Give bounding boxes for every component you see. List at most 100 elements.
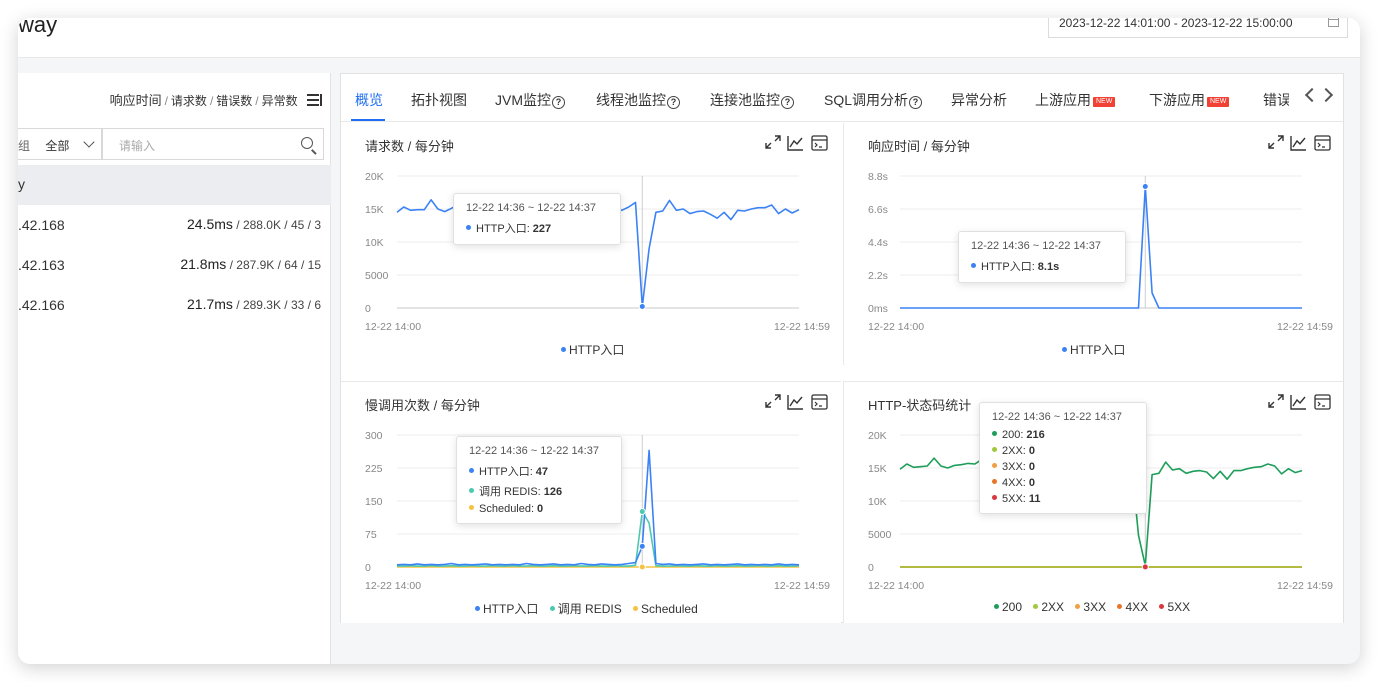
- tooltip-row: HTTP入口: 227: [466, 220, 608, 236]
- group-select[interactable]: 组 全部: [18, 128, 102, 160]
- expand-icon-path: [1268, 135, 1284, 149]
- line-chart-icon[interactable]: [787, 395, 803, 410]
- legend-item[interactable]: HTTP入口: [561, 343, 624, 357]
- instance-filter: 组 全部 请输入: [18, 128, 324, 160]
- sort-menu-icon[interactable]: [307, 94, 322, 106]
- line-chart-icon[interactable]: [1290, 395, 1306, 410]
- chart-tooltip: 12-22 14:36 ~ 12-22 14:37 200: 216 2XX: 0 …: [979, 402, 1147, 514]
- calendar-icon[interactable]: [1328, 18, 1339, 27]
- metric-errors-label: 错误数: [216, 94, 253, 108]
- tooltip-row: 3XX: 0: [992, 461, 1134, 473]
- tab-jvm[interactable]: JVM监控?: [495, 90, 565, 110]
- tab-threadpool[interactable]: 线程池监控?: [596, 90, 680, 110]
- line-chart-icon-path: [1290, 395, 1306, 410]
- tooltip-time: 12-22 14:36 ~ 12-22 14:37: [466, 202, 596, 214]
- search-input[interactable]: 请输入: [102, 128, 324, 160]
- new-badge: NEW: [1093, 97, 1116, 107]
- y-tick-label: 6.6s: [868, 204, 888, 216]
- instance-metrics: 21.7ms / 289.3K / 33 / 6: [187, 296, 321, 312]
- legend-item[interactable]: Scheduled: [633, 602, 698, 616]
- metric-latency-label: 响应时间: [109, 93, 162, 108]
- tab-sql[interactable]: SQL调用分析?: [824, 90, 923, 110]
- chart-legend: HTTP入口: [1058, 341, 1129, 358]
- legend-item[interactable]: 调用 REDIS: [549, 602, 622, 616]
- overview-panel: 概览 拓扑视图 JVM监控? 线程池监控? 连接池监控? SQL调用分析? 异常…: [340, 73, 1344, 623]
- tab-errors[interactable]: 错误: [1263, 90, 1289, 110]
- status-code-chart-card: HTTP-状态码统计 20K 15K 10K 5000 0 12-22 14:00 12-2…: [843, 381, 1343, 623]
- console-icon[interactable]: [1314, 135, 1331, 151]
- y-tick-label: 0: [365, 303, 371, 315]
- tab-overview[interactable]: 概览: [355, 90, 383, 110]
- date-range-picker[interactable]: 2023-12-22 14:01:00 - 2023-12-22 15:00:0…: [1048, 18, 1348, 38]
- expand-icon[interactable]: [1268, 135, 1284, 149]
- legend-item[interactable]: 5XX: [1159, 600, 1190, 614]
- help-icon[interactable]: ?: [667, 96, 680, 109]
- hover-point: [638, 508, 646, 516]
- app-window: way 2023-12-22 14:01:00 - 2023-12-22 15:…: [18, 18, 1360, 664]
- help-icon[interactable]: ?: [909, 96, 923, 109]
- tab-exceptions[interactable]: 异常分析: [951, 90, 1007, 110]
- tooltip-row: 2XX: 0: [992, 445, 1134, 457]
- line-chart-icon[interactable]: [787, 136, 803, 151]
- tooltip-row: HTTP入口: 47: [469, 463, 609, 479]
- tooltip-row: 4XX: 0: [992, 477, 1134, 489]
- expand-icon[interactable]: [765, 394, 781, 408]
- chart-toolbar: [1268, 135, 1331, 151]
- console-icon[interactable]: [811, 135, 828, 151]
- instance-group-row[interactable]: y: [18, 165, 331, 205]
- hover-point: [1141, 183, 1149, 190]
- tooltip-row: 200: 216: [992, 429, 1134, 441]
- instance-row[interactable]: .42.163 21.8ms / 287.9K / 64 / 15: [18, 245, 331, 285]
- instance-ip: .42.168: [18, 217, 65, 233]
- console-icon[interactable]: [811, 394, 828, 410]
- chevron-down-icon: [83, 136, 95, 148]
- legend-item[interactable]: HTTP入口: [475, 602, 538, 616]
- y-tick-label: 20K: [868, 430, 887, 442]
- help-icon[interactable]: ?: [552, 96, 565, 109]
- console-icon[interactable]: [1314, 394, 1331, 410]
- hover-point: [638, 303, 646, 311]
- y-tick-label: 0: [365, 562, 371, 574]
- tab-upstream[interactable]: 上游应用 NEW: [1035, 90, 1116, 110]
- app-title: way: [18, 18, 58, 37]
- x-tick-label: 12-22 14:59: [1277, 321, 1333, 333]
- help-icon[interactable]: ?: [781, 96, 794, 109]
- search-icon[interactable]: [301, 137, 313, 149]
- top-bar: way 2023-12-22 14:01:00 - 2023-12-22 15:…: [18, 18, 1360, 58]
- line-chart-icon[interactable]: [1290, 136, 1306, 151]
- active-tab-indicator: [351, 119, 385, 121]
- console-icon-frame: [811, 135, 828, 151]
- chevron-left-icon[interactable]: [1304, 87, 1320, 103]
- chart-tooltip: 12-22 14:36 ~ 12-22 14:37 HTTP入口: 47 调用 R…: [456, 436, 622, 524]
- legend-item[interactable]: 3XX: [1075, 600, 1106, 614]
- instance-row[interactable]: .42.166 21.7ms / 289.3K / 33 / 6: [18, 285, 331, 325]
- instance-row[interactable]: .42.168 24.5ms / 288.0K / 45 / 3: [18, 205, 331, 245]
- metrics-legend: 响应时间 / 请求数 / 错误数 / 异常数: [109, 90, 322, 109]
- legend-item[interactable]: HTTP入口: [1062, 343, 1125, 357]
- tab-downstream[interactable]: 下游应用 NEW: [1149, 90, 1230, 110]
- legend-item[interactable]: 200: [994, 600, 1022, 614]
- x-tick-label: 12-22 14:00: [365, 580, 421, 592]
- y-tick-label: 5000: [868, 529, 892, 541]
- legend-item[interactable]: 4XX: [1117, 600, 1148, 614]
- line-chart-icon-path: [787, 136, 803, 151]
- expand-icon[interactable]: [765, 135, 781, 149]
- chevron-right-icon[interactable]: [1318, 87, 1334, 103]
- tab-topology[interactable]: 拓扑视图: [411, 90, 467, 110]
- y-tick-label: 75: [365, 529, 377, 541]
- y-tick-label: 10K: [868, 496, 887, 508]
- expand-icon[interactable]: [1268, 394, 1284, 408]
- chart-legend: 200 2XX 3XX 4XX 5XX: [990, 600, 1194, 614]
- hover-point: [638, 542, 646, 550]
- tab-connpool[interactable]: 连接池监控?: [710, 90, 794, 110]
- x-tick-label: 12-22 14:59: [774, 580, 830, 592]
- new-badge: NEW: [1207, 97, 1230, 107]
- tooltip-row: HTTP入口: 8.1s: [971, 258, 1113, 274]
- console-icon-glyph: [1315, 139, 1330, 148]
- y-tick-label: 20K: [365, 171, 384, 183]
- metric-exceptions-label: 异常数: [261, 94, 298, 108]
- slow-calls-chart-card: 慢调用次数 / 每分钟 300 225 150 75 0 12-22 14:00 12-22…: [341, 381, 841, 623]
- y-tick-label: 0: [868, 562, 874, 574]
- metric-requests-label: 请求数: [170, 94, 207, 108]
- legend-item[interactable]: 2XX: [1033, 600, 1064, 614]
